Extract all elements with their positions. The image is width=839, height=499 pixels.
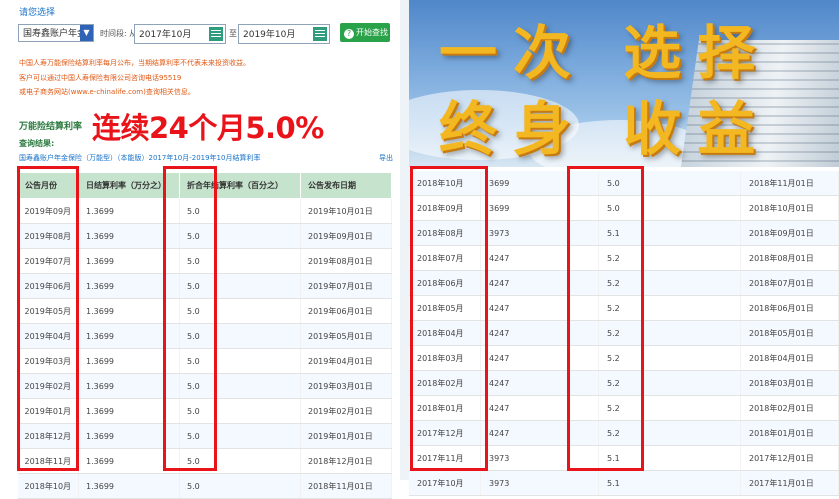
result-label: 查询结果:	[19, 139, 55, 148]
section-title: 万能险结算利率	[19, 122, 83, 132]
highlight-box-rates	[567, 166, 644, 471]
cell-publish-date: 2018年06月01日	[740, 295, 839, 321]
product-select[interactable]: 国寿鑫账户年金 ▼	[18, 24, 94, 42]
headline-overlay: 连续24个月5.0%	[92, 111, 324, 145]
table-row: 2017年10月 3973 5.1 2017年11月01日	[409, 470, 839, 496]
chevron-down-icon[interactable]: ▼	[80, 25, 93, 41]
highlight-box-rates	[163, 166, 217, 471]
notice-line: 客户可以通过中国人寿保险有限公司咨询电话95519	[19, 74, 182, 82]
image-divider	[400, 0, 409, 480]
cell-publish-date: 2019年07月01日	[300, 273, 392, 299]
to-date-input[interactable]: 2019年10月	[238, 24, 330, 44]
search-icon: ?	[344, 29, 354, 39]
to-date-value: 2019年10月	[243, 30, 296, 40]
cell-publish-date: 2019年06月01日	[300, 298, 392, 324]
cell-annual-rate: 5.0	[179, 473, 301, 499]
cell-publish-date: 2018年02月01日	[740, 395, 839, 421]
time-range-label: 时间段: 从	[100, 29, 138, 38]
cell-publish-date: 2019年09月01日	[300, 223, 392, 249]
cell-publish-date: 2019年03月01日	[300, 373, 392, 399]
cell-publish-date: 2018年12月01日	[300, 448, 392, 474]
cell-publish-date: 2019年08月01日	[300, 248, 392, 274]
cell-publish-date: 2019年01月01日	[300, 423, 392, 449]
header-publish-date: 公告发布日期	[300, 172, 392, 199]
cell-publish-date: 2018年11月01日	[740, 171, 839, 196]
table-row: 2018年10月 1.3699 5.0 2018年11月01日	[17, 473, 392, 499]
highlight-box-months	[410, 166, 488, 471]
cell-publish-date: 2018年09月01日	[740, 220, 839, 246]
promo-banner: 一次 选择 终身 收益	[409, 0, 839, 167]
cell-publish-date: 2019年10月01日	[300, 198, 392, 224]
cell-publish-date: 2018年03月01日	[740, 370, 839, 396]
cell-publish-date: 2018年01月01日	[740, 420, 839, 446]
from-date-input[interactable]: 2017年10月	[134, 24, 226, 44]
notice-line: 中国人寿万能保险结算利率每月公布，当期结算利率不代表未来投资收益。	[19, 59, 250, 67]
banner-line-2: 终身 收益	[439, 95, 772, 163]
cell-daily-rate: 1.3699	[78, 473, 180, 499]
cell-publish-date: 2018年11月01日	[300, 473, 392, 499]
start-search-button[interactable]: ? 开始查找	[340, 23, 390, 42]
start-search-label: 开始查找	[356, 28, 388, 37]
cell-publish-date: 2017年11月01日	[740, 470, 839, 496]
banner-line-1: 一次 选择	[439, 19, 772, 87]
cell-month: 2018年10月	[17, 473, 79, 499]
cell-publish-date: 2018年05月01日	[740, 320, 839, 346]
to-label: 至	[229, 29, 237, 38]
selection-title: 请您选择	[19, 8, 56, 18]
cell-publish-date: 2018年10月01日	[740, 195, 839, 221]
calendar-icon[interactable]	[313, 27, 327, 41]
product-rate-link[interactable]: 国寿鑫账户年金保险（万能型）（本能版）2017年10月-2019年10月结算利率	[19, 153, 260, 163]
cell-publish-date: 2018年08月01日	[740, 245, 839, 271]
notice-line: 或电子商务网站(www.e-chinalife.com)查询相关信息。	[19, 88, 195, 96]
cell-publish-date: 2019年04月01日	[300, 348, 392, 374]
export-link[interactable]: 导出	[379, 153, 393, 163]
highlight-box-months	[17, 166, 79, 471]
cell-publish-date: 2019年02月01日	[300, 398, 392, 424]
cell-publish-date: 2019年05月01日	[300, 323, 392, 349]
calendar-icon[interactable]	[209, 27, 223, 41]
cell-daily-rate: 3973	[480, 470, 599, 496]
cell-annual-rate: 5.1	[598, 470, 741, 496]
from-date-value: 2017年10月	[139, 30, 192, 40]
cell-publish-date: 2018年07月01日	[740, 270, 839, 296]
cell-publish-date: 2017年12月01日	[740, 445, 839, 471]
cell-publish-date: 2018年04月01日	[740, 345, 839, 371]
cell-month: 2017年10月	[409, 470, 481, 496]
product-select-value: 国寿鑫账户年金	[23, 29, 87, 39]
